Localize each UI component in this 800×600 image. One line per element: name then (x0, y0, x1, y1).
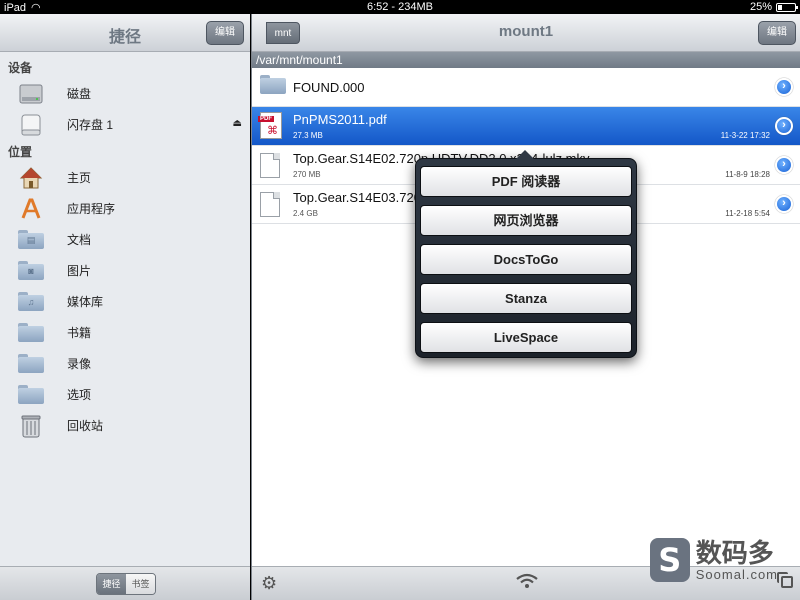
sidebar-item-label: 图片 (67, 264, 92, 278)
watermark-title: 数码多 (695, 537, 774, 568)
section-header-devices: 设备 (8, 61, 33, 75)
home-icon (17, 166, 45, 190)
sidebar: 捷径 编辑 设备 磁盘 闪存盘 1 ⏏ 位置 主页 应用程序 ▤ 文档 ◙ 图片 (0, 14, 250, 600)
music-folder-icon: ♫ (17, 290, 45, 314)
sidebar-item-label: 回收站 (67, 419, 104, 433)
copy-icon[interactable] (777, 572, 793, 588)
sidebar-item-flash-drive[interactable]: 闪存盘 1 ⏏ (0, 109, 250, 140)
sidebar-item-label: 录像 (67, 357, 92, 371)
open-with-livespace-button[interactable]: LiveSpace (420, 322, 632, 353)
sidebar-item-books[interactable]: 书籍 (0, 317, 250, 348)
file-row[interactable]: FOUND.000 › (252, 68, 800, 107)
sidebar-item-pictures[interactable]: ◙ 图片 (0, 255, 250, 286)
file-size: 270 MB (293, 170, 321, 179)
flash-drive-icon (17, 113, 45, 137)
file-name: FOUND.000 (293, 80, 365, 95)
sidebar-item-label: 应用程序 (67, 202, 116, 216)
sidebar-item-home[interactable]: 主页 (0, 162, 250, 193)
document-icon (260, 192, 280, 217)
documents-folder-icon: ▤ (17, 228, 45, 252)
sidebar-item-trash[interactable]: 回收站 (0, 410, 250, 441)
open-with-pdf-reader-button[interactable]: PDF 阅读器 (420, 166, 632, 197)
sidebar-edit-button[interactable]: 编辑 (206, 21, 244, 45)
file-size: 27.3 MB (293, 131, 323, 140)
watermark: S 数码多 Soomal.com (649, 537, 778, 582)
file-size: 2.4 GB (293, 209, 318, 218)
main-edit-button[interactable]: 编辑 (758, 21, 796, 45)
sidebar-segmented-control: 捷径 书签 (96, 573, 156, 595)
section-header-locations: 位置 (8, 145, 33, 159)
sidebar-item-movies[interactable]: 录像 (0, 348, 250, 379)
detail-disclosure-icon[interactable]: › (775, 78, 793, 96)
sidebar-item-disk[interactable]: 磁盘 (0, 78, 250, 109)
sidebar-item-label: 书籍 (67, 326, 92, 340)
sidebar-item-applications[interactable]: 应用程序 (0, 193, 250, 224)
eject-icon[interactable]: ⏏ (233, 118, 242, 129)
status-bar: iPad ◠ 6:52 - 234MB 25% (0, 0, 800, 14)
status-time: 6:52 - 234MB (366, 1, 434, 13)
sidebar-navbar: 捷径 编辑 (0, 14, 250, 52)
folder-icon (260, 75, 286, 94)
watermark-logo: S (649, 538, 690, 582)
segment-bookmarks[interactable]: 书签 (126, 574, 155, 594)
detail-disclosure-icon[interactable]: › (775, 117, 793, 135)
sidebar-item-label: 选项 (67, 388, 92, 402)
segment-shortcuts[interactable]: 捷径 (97, 574, 126, 594)
folder-title: mount1 (498, 23, 554, 40)
trash-icon (17, 414, 45, 438)
sidebar-item-music[interactable]: ♫ 媒体库 (0, 286, 250, 317)
hard-disk-icon (17, 82, 45, 106)
open-with-web-browser-button[interactable]: 网页浏览器 (420, 205, 632, 236)
sidebar-item-label: 媒体库 (67, 295, 104, 309)
file-name: PnPMS2011.pdf (293, 112, 387, 127)
battery-percent: 25% (749, 1, 772, 13)
watermark-url: Soomal.com (695, 566, 778, 582)
sidebar-item-label: 主页 (67, 171, 92, 185)
sidebar-item-documents[interactable]: ▤ 文档 (0, 224, 250, 255)
sidebar-toolbar: 捷径 书签 (0, 566, 250, 600)
sidebar-item-options[interactable]: 选项 (0, 379, 250, 410)
pdf-file-icon: PDF ⌘ (258, 112, 282, 139)
main-navbar: mnt mount1 编辑 (252, 14, 800, 52)
battery-icon (776, 2, 798, 12)
wifi-icon[interactable] (516, 573, 538, 592)
applications-icon (17, 197, 45, 221)
sidebar-item-label: 文档 (67, 233, 92, 247)
sidebar-item-label: 闪存盘 1 (67, 118, 114, 132)
file-date: 11-2-18 5:54 (725, 209, 770, 218)
movies-folder-icon (17, 352, 45, 376)
pictures-folder-icon: ◙ (17, 259, 45, 283)
file-row[interactable]: PDF ⌘ PnPMS2011.pdf 27.3 MB 11-3-22 17:32… (252, 107, 800, 146)
gear-icon[interactable]: ⚙ (261, 573, 277, 594)
path-bar: /var/mnt/mount1 (252, 52, 800, 68)
open-with-stanza-button[interactable]: Stanza (420, 283, 632, 314)
sidebar-item-label: 磁盘 (67, 87, 92, 101)
books-folder-icon (17, 321, 45, 345)
open-with-docstogo-button[interactable]: DocsToGo (420, 244, 632, 275)
detail-disclosure-icon[interactable]: › (775, 156, 793, 174)
options-folder-icon (17, 383, 45, 407)
open-with-popover: PDF 阅读器 网页浏览器 DocsToGo Stanza LiveSpace (415, 150, 637, 358)
file-date: 11-8-9 18:28 (725, 170, 770, 179)
document-icon (260, 153, 280, 178)
file-date: 11-3-22 17:32 (720, 131, 770, 140)
detail-disclosure-icon[interactable]: › (775, 195, 793, 213)
